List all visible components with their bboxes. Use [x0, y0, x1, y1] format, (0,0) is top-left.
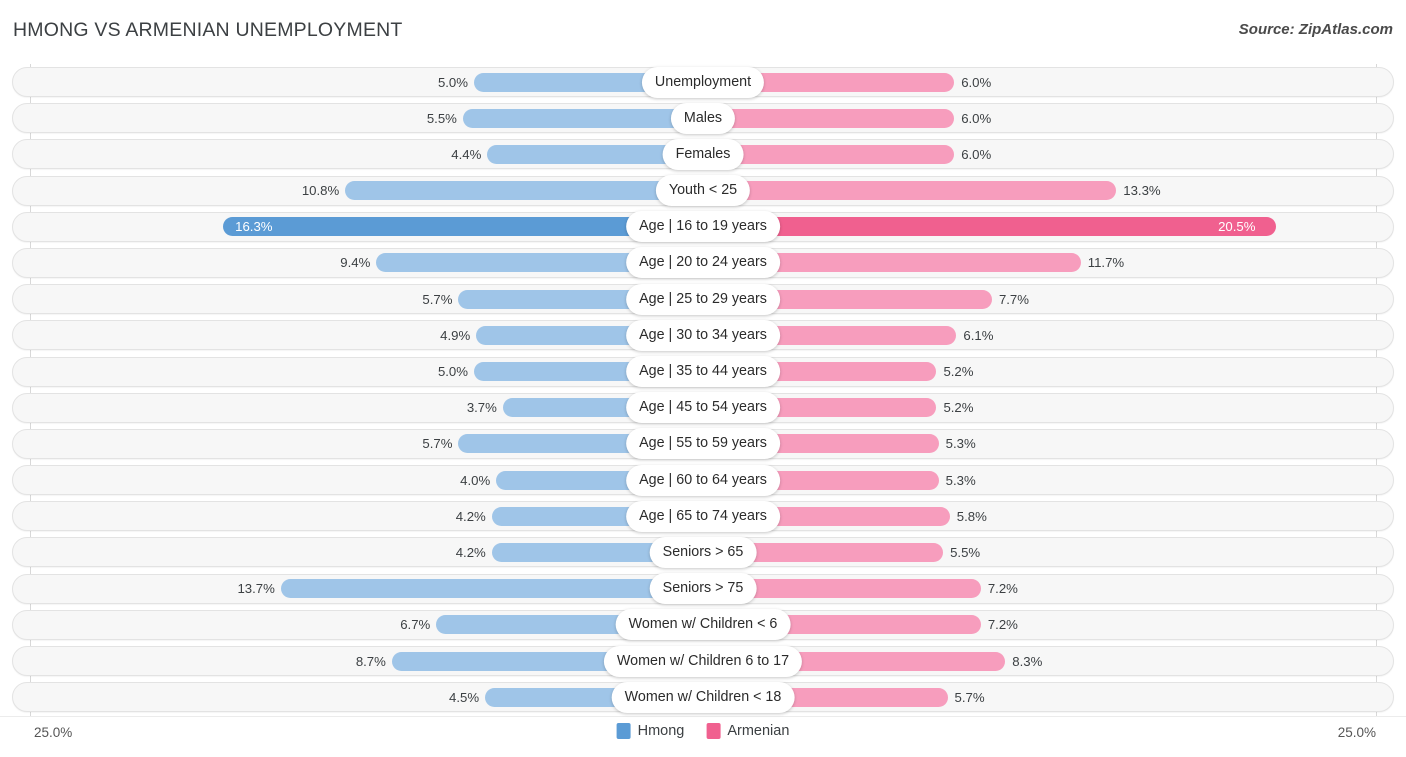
category-label[interactable]: Age | 35 to 44 years [626, 356, 780, 387]
value-label-armenian: 5.8% [956, 508, 987, 524]
value-label-hmong: 4.5% [449, 689, 480, 705]
table-row[interactable]: 16.3% 20.5% Age | 16 to 19 years [0, 209, 1406, 245]
footer-divider [0, 716, 1406, 717]
category-label[interactable]: Females [662, 138, 744, 170]
category-label[interactable]: Women w/ Children 6 to 17 [603, 645, 803, 677]
legend-label: Armenian [727, 723, 790, 739]
value-label-hmong: 4.2% [455, 544, 486, 560]
value-label-hmong: 5.7% [422, 291, 453, 307]
bar-armenian[interactable] [703, 108, 955, 128]
table-row[interactable]: 3.7% 5.2% Age | 45 to 54 years [0, 390, 1406, 426]
value-label-hmong: 9.4% [340, 255, 371, 271]
value-label-armenian: 5.7% [954, 689, 985, 705]
source-attribution: Source: ZipAtlas.com [1238, 21, 1393, 38]
value-label-armenian: 5.2% [943, 400, 974, 416]
table-row[interactable]: 4.2% 5.5% Seniors > 65 [0, 534, 1406, 570]
bar-armenian[interactable] [703, 217, 1277, 237]
bar-hmong[interactable] [462, 108, 703, 128]
value-label-armenian: 7.7% [998, 291, 1029, 307]
value-label-armenian: 7.2% [987, 581, 1018, 597]
axis-label-left: 25.0% [34, 725, 73, 740]
value-label-hmong: 16.3% [235, 219, 273, 235]
page-title: HMONG VS ARMENIAN UNEMPLOYMENT [13, 19, 403, 41]
table-row[interactable]: 5.7% 5.3% Age | 55 to 59 years [0, 426, 1406, 462]
table-row[interactable]: 10.8% 13.3% Youth < 25 [0, 173, 1406, 209]
chart-plot-area: 5.0% 6.0% Unemployment 5.5% 6.0% Males 4.4% 6.0… [0, 64, 1406, 716]
table-row[interactable]: 4.5% 5.7% Women w/ Children < 18 [0, 679, 1406, 715]
category-label[interactable]: Males [670, 102, 736, 134]
chart-footer: 25.0% 25.0% Hmong Armenian [0, 716, 1406, 757]
value-label-armenian: 13.3% [1123, 183, 1161, 199]
chart-legend: Hmong Armenian [616, 723, 789, 739]
value-label-hmong: 4.2% [455, 508, 486, 524]
category-label[interactable]: Age | 16 to 19 years [626, 211, 780, 243]
value-label-hmong: 13.7% [237, 581, 275, 597]
table-row[interactable]: 4.4% 6.0% Females [0, 136, 1406, 172]
category-label[interactable]: Age | 30 to 34 years [626, 319, 780, 351]
value-label-hmong: 4.0% [460, 472, 491, 488]
value-label-hmong: 5.5% [426, 110, 457, 126]
value-label-hmong: 4.4% [451, 146, 482, 162]
category-label[interactable]: Women w/ Children < 6 [615, 609, 791, 641]
legend-swatch-icon [706, 723, 721, 739]
value-label-hmong: 5.7% [422, 436, 453, 452]
table-row[interactable]: 5.5% 6.0% Males [0, 100, 1406, 136]
category-label[interactable]: Age | 20 to 24 years [626, 247, 780, 279]
category-label[interactable]: Age | 25 to 29 years [626, 283, 780, 315]
table-row[interactable]: 9.4% 11.7% Age | 20 to 24 years [0, 245, 1406, 281]
legend-label: Hmong [637, 723, 685, 739]
table-row[interactable]: 5.7% 7.7% Age | 25 to 29 years [0, 281, 1406, 317]
axis-label-right: 25.0% [1337, 725, 1376, 740]
value-label-armenian: 8.3% [1012, 653, 1043, 669]
category-label[interactable]: Age | 45 to 54 years [626, 392, 780, 424]
table-row[interactable]: 4.0% 5.3% Age | 60 to 64 years [0, 462, 1406, 498]
legend-item[interactable]: Hmong [616, 723, 685, 739]
table-row[interactable]: 4.9% 6.1% Age | 30 to 34 years [0, 317, 1406, 353]
category-label[interactable]: Seniors > 75 [649, 573, 757, 605]
category-label[interactable]: Unemployment [641, 66, 765, 98]
value-label-armenian: 6.1% [963, 327, 994, 343]
bar-rows-container: 5.0% 6.0% Unemployment 5.5% 6.0% Males 4.4% 6.0… [0, 64, 1406, 715]
value-label-armenian: 5.2% [943, 364, 974, 379]
category-label[interactable]: Age | 65 to 74 years [626, 500, 780, 532]
value-label-hmong: 6.7% [400, 617, 431, 633]
value-label-armenian: 11.7% [1087, 255, 1125, 271]
value-label-armenian: 6.0% [961, 74, 992, 90]
value-label-armenian: 6.0% [961, 110, 992, 126]
legend-swatch-icon [616, 723, 631, 739]
table-row[interactable]: 5.0% 6.0% Unemployment [0, 64, 1406, 100]
value-label-hmong: 4.9% [440, 327, 471, 343]
value-label-hmong: 3.7% [466, 400, 497, 416]
value-label-armenian: 5.3% [945, 436, 976, 452]
value-label-armenian: 7.2% [987, 617, 1018, 633]
value-label-armenian: 5.5% [950, 544, 981, 560]
bar-hmong[interactable] [345, 181, 703, 201]
table-row[interactable]: 4.2% 5.8% Age | 65 to 74 years [0, 498, 1406, 534]
table-row[interactable]: 8.7% 8.3% Women w/ Children 6 to 17 [0, 643, 1406, 679]
value-label-hmong: 5.0% [437, 74, 468, 90]
bar-hmong[interactable] [280, 579, 703, 599]
bar-armenian[interactable] [703, 181, 1117, 201]
category-label[interactable]: Seniors > 65 [649, 536, 757, 568]
value-label-hmong: 10.8% [301, 183, 340, 199]
value-label-armenian: 5.3% [945, 472, 976, 488]
value-label-armenian: 6.0% [961, 146, 992, 162]
category-label[interactable]: Age | 55 to 59 years [626, 428, 780, 460]
table-row[interactable]: 13.7% 7.2% Seniors > 75 [0, 571, 1406, 607]
table-row[interactable]: 5.0% 5.2% Age | 35 to 44 years [0, 354, 1406, 390]
table-row[interactable]: 6.7% 7.2% Women w/ Children < 6 [0, 607, 1406, 643]
category-label[interactable]: Age | 60 to 64 years [626, 464, 780, 496]
value-label-armenian: 20.5% [1218, 219, 1256, 235]
value-label-hmong: 5.0% [437, 364, 468, 379]
chart-page: HMONG VS ARMENIAN UNEMPLOYMENT Source: Z… [0, 0, 1406, 757]
category-label[interactable]: Women w/ Children < 18 [611, 681, 795, 713]
legend-item[interactable]: Armenian [706, 723, 789, 739]
value-label-hmong: 8.7% [355, 653, 386, 669]
category-label[interactable]: Youth < 25 [655, 175, 751, 207]
